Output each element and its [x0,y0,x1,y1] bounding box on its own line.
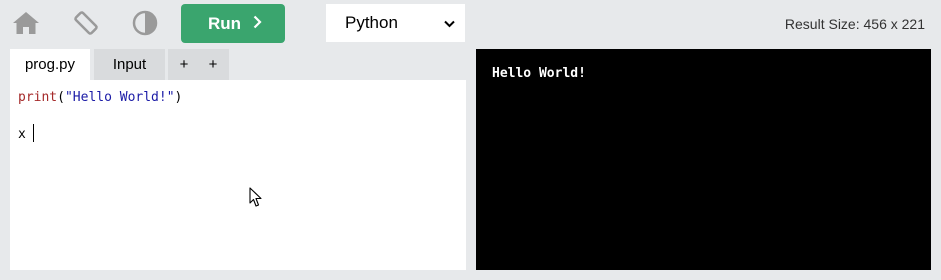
text-caret [32,124,34,142]
code-paren: ) [174,90,183,105]
code-paren: ( [57,90,65,105]
language-select[interactable]: Python [326,4,465,42]
code-text: x [18,127,26,142]
tab-prog-py[interactable]: prog.py [10,49,90,80]
tab-input[interactable]: Input [94,49,165,80]
rotate-device-icon[interactable] [71,8,101,38]
add-tab-button[interactable]: + [168,49,200,80]
chevron-down-icon [444,13,455,33]
chevron-right-icon [253,14,262,34]
editor-tabbar: prog.py Input + + [10,49,466,80]
contrast-icon[interactable] [130,8,160,38]
code-function: print [18,90,58,105]
result-panel: Hello World! [476,49,931,270]
add-tab-button[interactable]: + [197,49,229,80]
result-output: Hello World! [492,66,586,81]
run-button-label: Run [207,13,242,33]
result-size-label: Result Size: 456 x 221 [784,16,925,32]
code-line-3: x [18,124,34,144]
mouse-cursor-icon [249,187,263,213]
code-line-1: print("Hello World!") [18,89,182,107]
home-icon[interactable] [11,8,41,38]
language-select-value: Python [345,13,398,32]
code-editor[interactable]: prog.py Input + + print("Hello World!") … [10,49,466,270]
run-button[interactable]: Run [181,4,285,43]
code-string: "Hello World!" [64,90,175,105]
